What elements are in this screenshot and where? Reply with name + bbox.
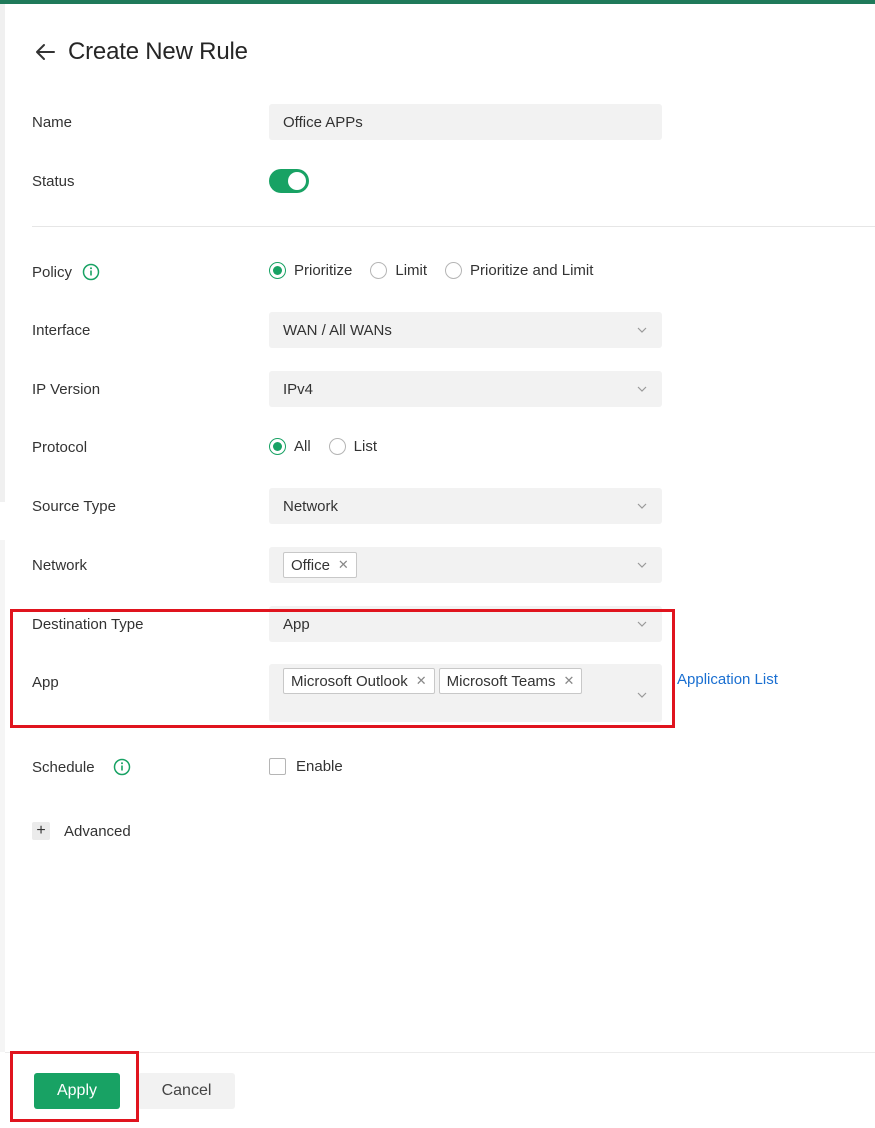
policy-label-text: Policy [32, 263, 73, 281]
chevron-down-icon [637, 327, 647, 333]
status-label: Status [32, 172, 75, 190]
highlight-box-apply [10, 1051, 139, 1122]
highlight-box-app [10, 609, 675, 728]
page-header: Create New Rule [32, 36, 248, 68]
source-type-row: Source Type [32, 488, 116, 524]
source-type-label: Source Type [32, 497, 116, 515]
interface-row: Interface [32, 312, 90, 348]
advanced-label: Advanced [64, 822, 131, 840]
radio-label: Limit [395, 262, 428, 279]
name-input[interactable]: Office APPs [269, 104, 662, 140]
protocol-radio-list[interactable]: List [328, 438, 378, 455]
advanced-toggle[interactable]: + Advanced [32, 822, 131, 840]
protocol-label: Protocol [32, 438, 88, 456]
schedule-label: Schedule [32, 758, 131, 776]
radio-label: Prioritize [294, 262, 353, 279]
network-label: Network [32, 556, 88, 574]
arrow-left-icon[interactable] [32, 39, 58, 65]
left-edge-lower [0, 540, 5, 1052]
ip-version-row: IP Version [32, 371, 100, 407]
ip-version-label: IP Version [32, 380, 101, 398]
interface-label: Interface [32, 321, 91, 339]
radio-label: All [294, 438, 311, 455]
policy-radio-prioritize[interactable]: Prioritize [269, 262, 352, 279]
info-icon[interactable] [113, 758, 131, 776]
network-multiselect[interactable]: Office ✕ [269, 547, 662, 583]
name-label: Name [32, 113, 73, 131]
left-edge [0, 4, 5, 502]
chevron-down-icon [637, 562, 647, 568]
source-type-value: Network [283, 497, 339, 515]
name-value: Office APPs [283, 113, 363, 131]
schedule-enable-checkbox[interactable]: Enable [269, 758, 343, 775]
radio-circle [370, 262, 388, 279]
info-icon[interactable] [82, 263, 100, 281]
network-row: Network [32, 547, 87, 583]
toggle-knob [288, 172, 306, 190]
policy-row: Policy [32, 254, 100, 290]
status-toggle[interactable] [269, 169, 309, 193]
tag-label: Office [291, 556, 330, 574]
interface-select[interactable]: WAN / All WANs [269, 312, 662, 348]
ip-version-select[interactable]: IPv4 [269, 371, 662, 407]
radio-label: List [353, 438, 378, 455]
schedule-label-text: Schedule [32, 758, 95, 776]
schedule-row: Schedule [32, 749, 131, 785]
chevron-down-icon [637, 503, 647, 509]
cancel-button[interactable]: Cancel [138, 1073, 235, 1109]
policy-radio-group: Prioritize Limit Prioritize and Limit [269, 262, 611, 279]
interface-value: WAN / All WANs [283, 321, 392, 339]
section-divider [32, 226, 875, 227]
network-tag: Office ✕ [283, 552, 357, 578]
checkbox-label: Enable [296, 758, 343, 775]
close-icon[interactable]: ✕ [338, 557, 349, 573]
status-row: Status [32, 163, 75, 199]
policy-label: Policy [32, 263, 100, 281]
radio-circle [269, 262, 286, 279]
name-row: Name [32, 104, 72, 140]
plus-icon: + [32, 822, 50, 840]
radio-circle [445, 262, 463, 279]
source-type-select[interactable]: Network [269, 488, 662, 524]
page-title: Create New Rule [68, 38, 248, 65]
top-accent-bar [0, 0, 875, 4]
application-list-link[interactable]: Application List [677, 671, 778, 688]
chevron-down-icon [637, 386, 647, 392]
radio-label: Prioritize and Limit [470, 262, 594, 279]
ip-version-value: IPv4 [283, 380, 314, 398]
policy-radio-prioritize-and-limit[interactable]: Prioritize and Limit [445, 262, 593, 279]
checkbox-box [269, 758, 286, 775]
radio-circle [328, 438, 346, 455]
radio-circle [269, 438, 286, 455]
policy-radio-limit[interactable]: Limit [370, 262, 427, 279]
protocol-radio-all[interactable]: All [269, 438, 311, 455]
protocol-radio-group: All List [269, 438, 395, 455]
protocol-row: Protocol [32, 429, 87, 465]
